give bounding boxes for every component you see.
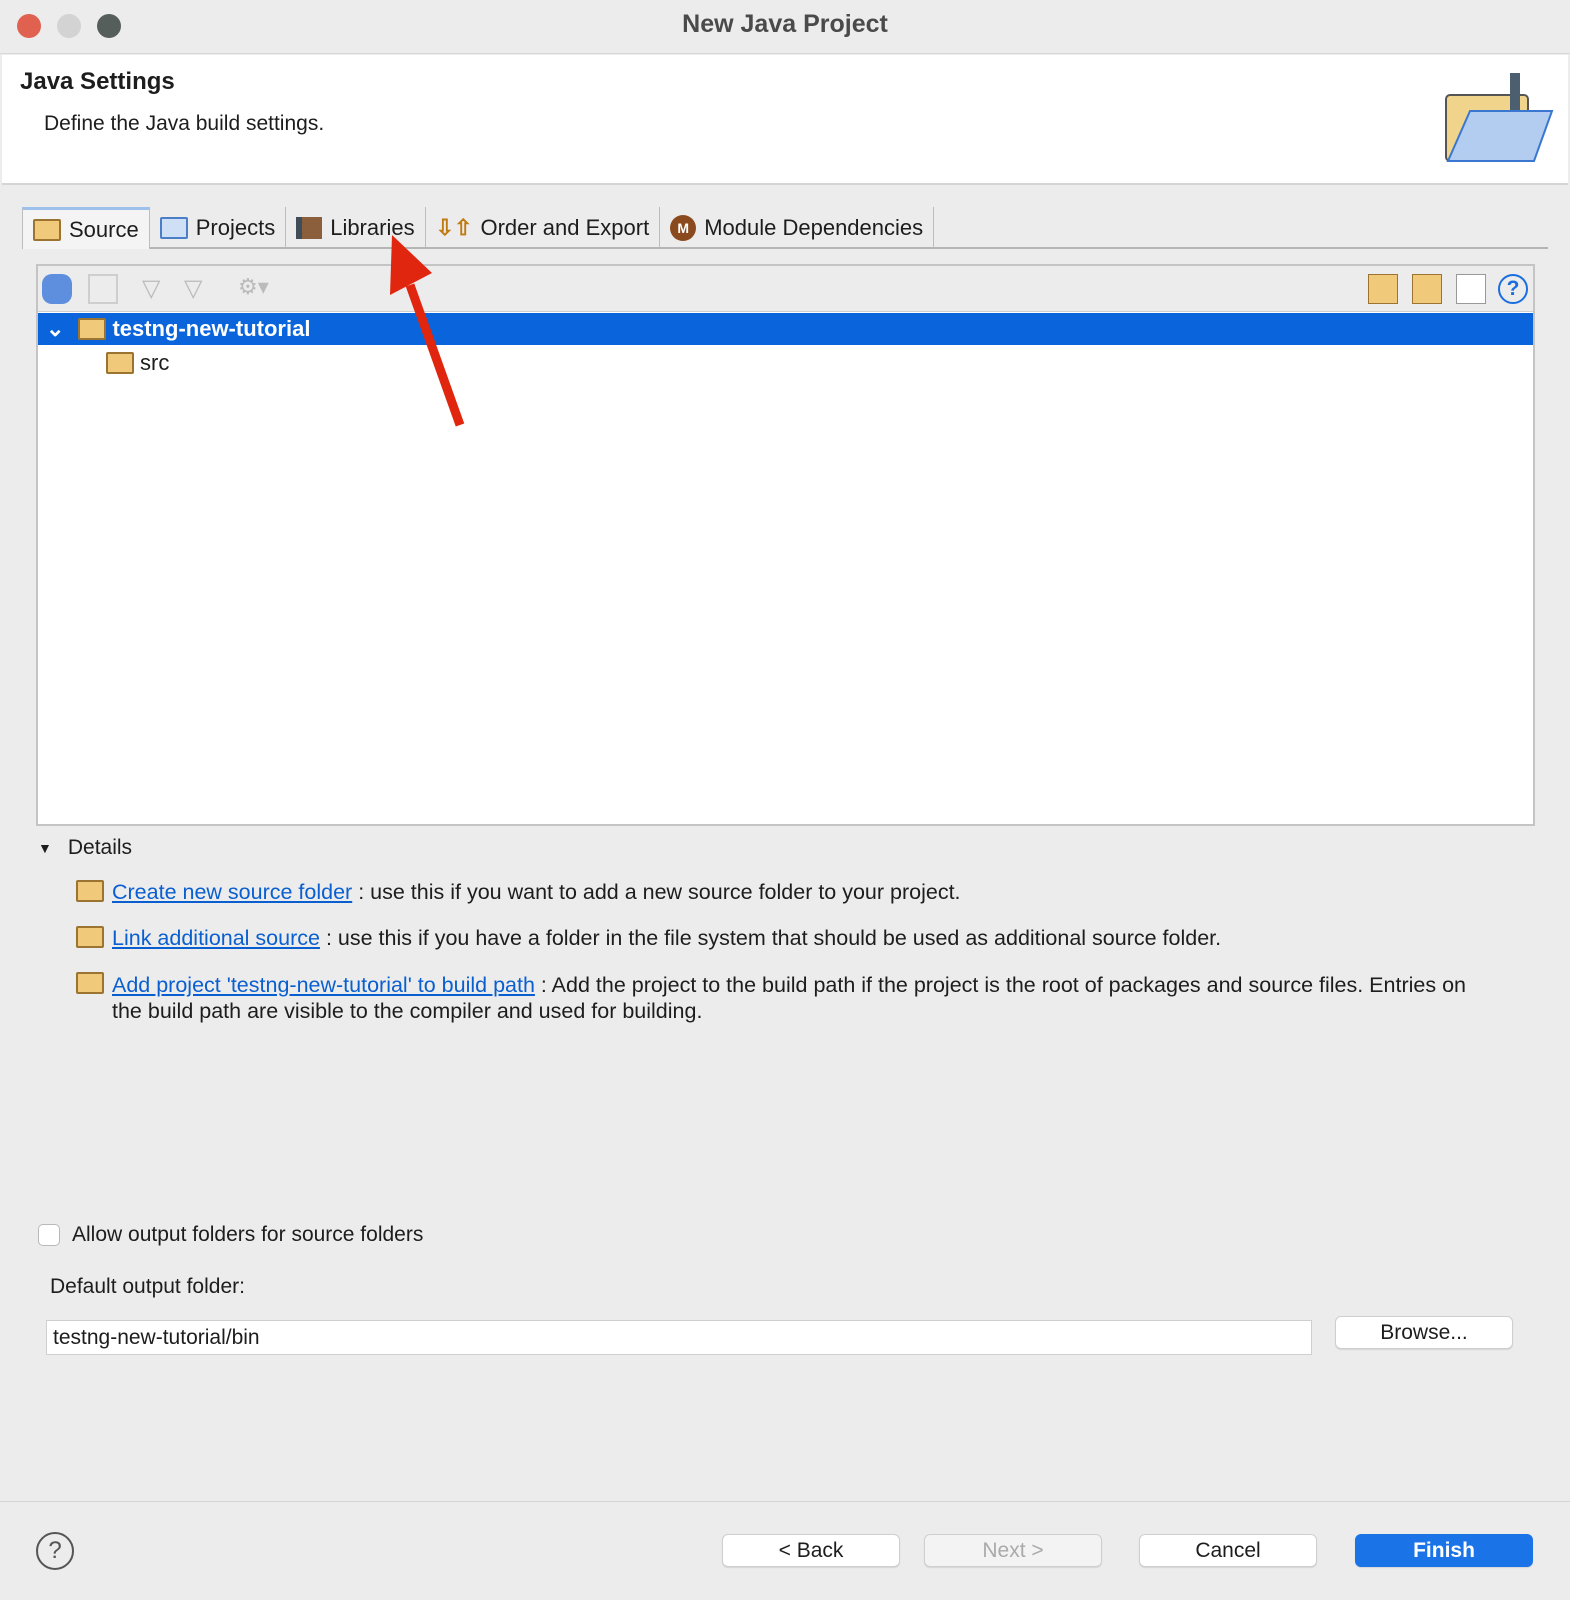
annotation-arrow xyxy=(390,235,465,427)
add-project-link[interactable]: Add project 'testng-new-tutorial' to bui… xyxy=(112,973,535,997)
project-name: testng-new-tutorial xyxy=(112,316,311,341)
add-folder-button[interactable] xyxy=(42,274,72,304)
cancel-button[interactable]: Cancel xyxy=(1139,1534,1317,1567)
java-project-folder-icon xyxy=(1445,73,1554,162)
allow-output-row[interactable]: Allow output folders for source folders xyxy=(38,1223,423,1247)
disclosure-triangle-icon[interactable]: ▼ xyxy=(38,840,52,856)
detail-link-source: Link additional source : use this if you… xyxy=(76,926,1476,951)
page-description: Define the Java build settings. xyxy=(44,112,325,135)
tab-label: Module Dependencies xyxy=(704,215,924,240)
source-tree-panel: ▽ ▽ ⚙▾ ? ⌄ testng-new-tutorial src xyxy=(36,264,1535,826)
next-button[interactable]: Next > xyxy=(924,1534,1102,1567)
filter-icon[interactable]: ▽ xyxy=(142,274,172,304)
tab-label: Order and Export xyxy=(480,215,650,240)
configure-dropdown-button[interactable]: ⚙▾ xyxy=(238,274,269,304)
remove-button[interactable] xyxy=(88,274,118,304)
detail-text: : use this if you want to add a new sour… xyxy=(358,880,961,904)
title-bar: New Java Project xyxy=(0,0,1570,54)
wizard-header: Java Settings Define the Java build sett… xyxy=(2,55,1568,185)
details-label: Details xyxy=(67,836,133,859)
create-folder-icon xyxy=(76,880,104,902)
link-source-button[interactable] xyxy=(1368,274,1398,304)
help-icon[interactable]: ? xyxy=(36,1532,74,1570)
tree-row-src[interactable]: src xyxy=(106,347,169,379)
tab-projects[interactable]: Projects xyxy=(150,207,287,249)
tab-label: Projects xyxy=(195,215,276,240)
package-folder-icon xyxy=(106,352,134,374)
output-folder-label: Default output folder: xyxy=(50,1275,245,1298)
create-source-folder-link[interactable]: Create new source folder xyxy=(112,880,352,904)
tab-source[interactable]: Source xyxy=(22,207,150,249)
filter-add-icon[interactable]: ▽ xyxy=(184,274,214,304)
link-source-icon xyxy=(76,926,104,948)
footer-divider xyxy=(0,1501,1570,1502)
tab-label: Source xyxy=(69,216,139,242)
finish-button[interactable]: Finish xyxy=(1355,1534,1533,1567)
java-project-icon xyxy=(78,318,107,340)
browse-button[interactable]: Browse... xyxy=(1335,1316,1513,1349)
tab-divider xyxy=(150,247,1548,249)
allow-output-checkbox[interactable] xyxy=(38,1224,60,1246)
src-label: src xyxy=(140,350,170,375)
projects-icon xyxy=(159,217,188,239)
output-folder-input[interactable]: testng-new-tutorial/bin xyxy=(46,1320,1312,1355)
tab-module-dependencies[interactable]: M Module Dependencies xyxy=(660,207,935,249)
allow-output-label: Allow output folders for source folders xyxy=(72,1223,424,1246)
create-source-folder-button[interactable] xyxy=(1412,274,1442,304)
help-icon[interactable]: ? xyxy=(1498,274,1528,304)
source-folder-icon xyxy=(33,218,61,241)
page-title: Java Settings xyxy=(20,68,175,95)
add-project-icon xyxy=(76,972,104,994)
chevron-down-icon[interactable]: ⌄ xyxy=(46,316,64,342)
detail-text: : use this if you have a folder in the f… xyxy=(325,926,1222,950)
detail-create-source: Create new source folder : use this if y… xyxy=(76,880,1476,905)
tree-toolbar: ▽ ▽ ⚙▾ ? xyxy=(38,266,1533,312)
tree-row-project[interactable]: ⌄ testng-new-tutorial xyxy=(38,313,1533,345)
libraries-icon xyxy=(296,217,323,239)
details-toggle[interactable]: ▼ Details xyxy=(38,836,132,860)
link-additional-source-link[interactable]: Link additional source xyxy=(112,926,320,950)
back-button[interactable]: < Back xyxy=(722,1534,900,1567)
window-title: New Java Project xyxy=(682,10,888,38)
module-icon: M xyxy=(670,215,697,241)
remove-entry-button[interactable] xyxy=(1456,274,1486,304)
detail-add-project: Add project 'testng-new-tutorial' to bui… xyxy=(76,972,1476,1024)
